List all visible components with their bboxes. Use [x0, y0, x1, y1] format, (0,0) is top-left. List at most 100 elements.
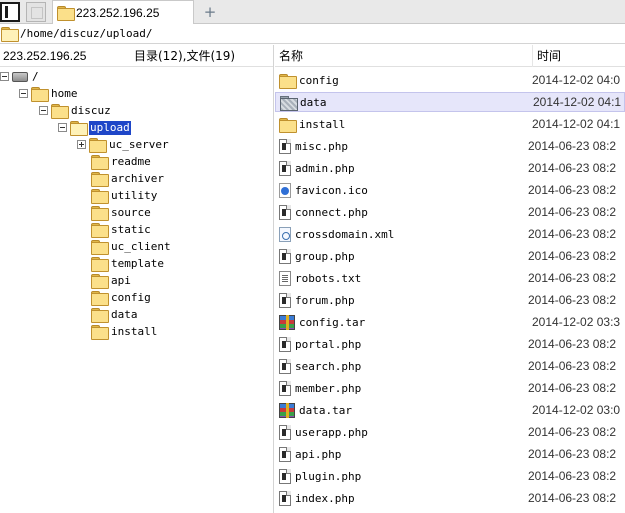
file-row[interactable]: search.php 2014-06-23 08:2	[275, 356, 625, 376]
file-time: 2014-06-23 08:2	[528, 381, 617, 395]
collapse-icon[interactable]	[0, 72, 9, 81]
file-time: 2014-06-23 08:2	[528, 271, 617, 285]
tree-node-discuz[interactable]: discuz	[39, 102, 112, 119]
file-name: misc.php	[295, 139, 348, 153]
file-time: 2014-06-23 08:2	[528, 249, 617, 263]
file-row[interactable]: data 2014-12-02 04:1	[275, 92, 625, 112]
column-header-time[interactable]: 时间	[533, 47, 561, 64]
tree-node-api[interactable]: api	[91, 272, 132, 289]
file-time: 2014-06-23 08:2	[528, 359, 617, 373]
php-file-icon	[279, 160, 291, 176]
file-time: 2014-06-23 08:2	[528, 491, 617, 505]
tree-node-label: home	[51, 86, 78, 100]
folder-icon	[89, 138, 107, 153]
file-row[interactable]: plugin.php 2014-06-23 08:2	[275, 466, 625, 486]
tree-node-label: static	[111, 222, 151, 236]
file-name: admin.php	[295, 161, 355, 175]
file-name: api.php	[295, 447, 342, 461]
collapse-icon[interactable]	[39, 106, 48, 115]
tab-connection[interactable]: 223.252.196.25	[52, 0, 194, 24]
file-time: 2014-12-02 04:1	[533, 95, 622, 109]
tree-node-utility[interactable]: utility	[91, 187, 158, 204]
php-file-icon	[279, 468, 291, 484]
folder-icon	[91, 274, 109, 289]
collapse-icon[interactable]	[19, 89, 28, 98]
file-name: config.tar	[299, 315, 366, 329]
file-name: member.php	[295, 381, 362, 395]
expand-icon[interactable]	[77, 140, 86, 149]
tree-node-archiver[interactable]: archiver	[91, 170, 165, 187]
tree-node-label: install	[111, 324, 158, 338]
file-row[interactable]: install 2014-12-02 04:1	[275, 114, 625, 134]
file-time: 2014-12-02 04:0	[532, 73, 621, 87]
folder-icon	[91, 257, 109, 272]
php-file-icon	[279, 358, 291, 374]
panel-toggle-button[interactable]	[0, 2, 20, 22]
file-row[interactable]: forum.php 2014-06-23 08:2	[275, 290, 625, 310]
column-header-name[interactable]: 名称	[275, 44, 533, 67]
file-time: 2014-06-23 08:2	[528, 183, 617, 197]
archive-icon	[279, 402, 295, 418]
tree-node-readme[interactable]: readme	[91, 153, 152, 170]
xml-file-icon	[279, 226, 291, 242]
file-time: 2014-06-23 08:2	[528, 293, 617, 307]
ico-file-icon	[279, 182, 291, 198]
tree-node-label: data	[111, 307, 138, 321]
file-name: group.php	[295, 249, 355, 263]
tab-title: 223.252.196.25	[76, 5, 160, 20]
file-row[interactable]: portal.php 2014-06-23 08:2	[275, 334, 625, 354]
tree-node-label: template	[111, 256, 164, 270]
php-file-icon	[279, 336, 291, 352]
current-path: /home/discuz/upload/	[20, 27, 153, 40]
file-row[interactable]: misc.php 2014-06-23 08:2	[275, 136, 625, 156]
tree-node-template[interactable]: template	[91, 255, 165, 272]
file-row[interactable]: admin.php 2014-06-23 08:2	[275, 158, 625, 178]
file-row[interactable]: api.php 2014-06-23 08:2	[275, 444, 625, 464]
php-file-icon	[279, 204, 291, 220]
file-name: install	[299, 117, 346, 131]
file-row[interactable]: userapp.php 2014-06-23 08:2	[275, 422, 625, 442]
file-name: plugin.php	[295, 469, 362, 483]
file-row[interactable]: config.tar 2014-12-02 03:3	[275, 312, 625, 332]
tree-node-source[interactable]: source	[91, 204, 152, 221]
directory-tree-panel: 223.252.196.25 目录(12),文件(19) / home discuz…	[0, 45, 274, 513]
tree-node-label: discuz	[71, 103, 111, 117]
tree-node-home[interactable]: home	[19, 85, 79, 102]
tree-node-uc-server[interactable]: uc_server	[77, 136, 170, 153]
drive-icon	[12, 71, 28, 82]
tree-node-label: api	[111, 273, 131, 287]
new-window-button[interactable]	[26, 2, 46, 22]
folder-icon	[91, 172, 109, 187]
php-file-icon	[279, 292, 291, 308]
folder-icon	[91, 291, 109, 306]
file-name: index.php	[295, 491, 355, 505]
tree-node-label: readme	[111, 154, 151, 168]
file-row[interactable]: member.php 2014-06-23 08:2	[275, 378, 625, 398]
tree-node-config[interactable]: config	[91, 289, 152, 306]
file-row[interactable]: group.php 2014-06-23 08:2	[275, 246, 625, 266]
file-name: favicon.ico	[295, 183, 368, 197]
file-row[interactable]: data.tar 2014-12-02 03:0	[275, 400, 625, 420]
file-row[interactable]: index.php 2014-06-23 08:2	[275, 488, 625, 508]
file-name: data	[300, 95, 327, 109]
tree-node-static[interactable]: static	[91, 221, 152, 238]
path-bar[interactable]: /home/discuz/upload/	[0, 24, 625, 44]
file-row[interactable]: config 2014-12-02 04:0	[275, 70, 625, 90]
file-time: 2014-06-23 08:2	[528, 337, 617, 351]
tree-node-upload[interactable]: upload	[58, 119, 131, 136]
file-row[interactable]: robots.txt 2014-06-23 08:2	[275, 268, 625, 288]
file-row[interactable]: favicon.ico 2014-06-23 08:2	[275, 180, 625, 200]
file-row[interactable]: crossdomain.xml 2014-06-23 08:2	[275, 224, 625, 244]
folder-icon	[91, 206, 109, 221]
tree-node-root[interactable]: /	[0, 68, 40, 85]
tree-node-install[interactable]: install	[91, 323, 158, 340]
collapse-icon[interactable]	[58, 123, 67, 132]
file-name: connect.php	[295, 205, 368, 219]
file-row[interactable]: connect.php 2014-06-23 08:2	[275, 202, 625, 222]
add-tab-button[interactable]: +	[202, 2, 218, 22]
tree-node-data[interactable]: data	[91, 306, 139, 323]
tree-node-uc-client[interactable]: uc_client	[91, 238, 172, 255]
php-file-icon	[279, 446, 291, 462]
tab-bar: 223.252.196.25 +	[0, 0, 625, 24]
folder-icon	[91, 189, 109, 204]
